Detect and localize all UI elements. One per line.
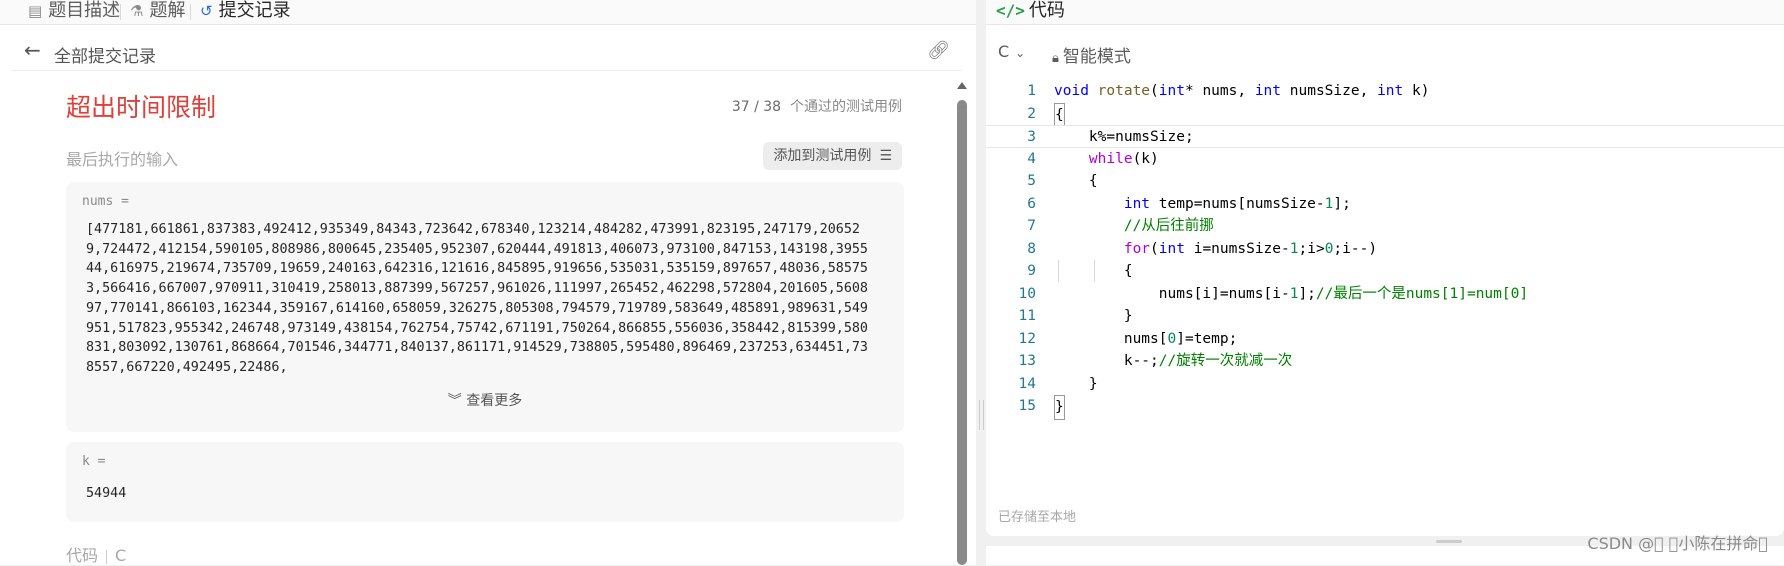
- code-line: 1 void rotate(int* nums, int numsSize, in…: [1027, 83, 1430, 99]
- back-arrow-icon[interactable]: ←: [24, 38, 41, 62]
- resize-grip[interactable]: [1436, 540, 1462, 543]
- code-line: 6 int temp=nums[numsSize-1];: [1027, 195, 1351, 212]
- scroll-up-arrow-icon[interactable]: [957, 82, 967, 89]
- submission-header: ← 全部提交记录 🔗︎: [12, 36, 962, 71]
- k-input-box: k = 54944: [66, 442, 904, 522]
- code-title: </> 代码: [996, 0, 1065, 21]
- code-language-label: 代码 C: [66, 546, 127, 565]
- watermark: CSDN @   小陈在拼命 : [1587, 534, 1768, 553]
- panel-resize-handle[interactable]: [976, 0, 986, 565]
- saved-locally-status: 已存储至本地: [998, 510, 1077, 525]
- code-line: 15}: [986, 395, 1784, 420]
- passed-testcases: 37 / 38 个通过的测试用例: [732, 96, 902, 116]
- code-panel-header: </> 代码: [986, 0, 1784, 25]
- nums-value-clip: [477181,661861,837383,492412,935349,8434…: [66, 182, 904, 382]
- left-panel: ▤ 题目描述 ⚗ 题解 ↺ 提交记录 ← 全部提交记录 🔗︎ 超出时间限制 37 / …: [0, 0, 976, 565]
- smart-mode-toggle[interactable]: 🔒︎ 智能模式: [1052, 42, 1131, 67]
- k-value: 54944: [86, 486, 127, 501]
- tab-submissions[interactable]: ↺ 提交记录: [200, 0, 291, 24]
- code-line: 7 //从后往前挪: [1027, 218, 1214, 234]
- code-line: 4 while(k): [1027, 150, 1159, 167]
- chevron-down-icon: ⌄: [1015, 46, 1026, 60]
- show-more-button[interactable]: ︾ 查看更多: [66, 390, 904, 410]
- lock-icon: 🔒︎: [1052, 51, 1059, 66]
- document-icon: ▤: [28, 2, 43, 20]
- code-line: 9 {: [1027, 263, 1133, 279]
- all-submissions-link[interactable]: 全部提交记录: [54, 42, 156, 67]
- code-panel: </> 代码 C ⌄ 🔒︎ 智能模式 1 void rotate(int* nums, …: [986, 0, 1784, 536]
- scroll-thumb[interactable]: [957, 100, 967, 565]
- language-select[interactable]: C ⌄: [998, 42, 1025, 61]
- link-icon[interactable]: 🔗︎: [927, 40, 950, 61]
- nums-input-box: nums = [477181,661861,837383,492412,9353…: [66, 182, 904, 432]
- code-line: 2{: [986, 102, 1784, 127]
- scrollbar[interactable]: [956, 82, 968, 565]
- code-line: 12 nums[0]=temp;: [1018, 330, 1238, 347]
- code-line: 10 nums[i]=nums[i-1];//最后一个是nums[1]=num[…: [1018, 285, 1529, 302]
- code-line: 14 }: [1018, 375, 1098, 392]
- k-label: k =: [82, 454, 106, 469]
- last-input-label: 最后执行的输入: [66, 150, 179, 169]
- nums-value: [477181,661861,837383,492412,935349,8434…: [86, 222, 868, 375]
- code-icon: </>: [996, 1, 1025, 20]
- tab-solutions[interactable]: ⚗ 题解: [130, 0, 185, 24]
- code-editor[interactable]: 1 void rotate(int* nums, int numsSize, in…: [986, 80, 1784, 420]
- code-line: 11 }: [1018, 308, 1133, 324]
- passed-suffix: 个通过的测试用例: [790, 99, 902, 115]
- submission-detail: 超出时间限制 37 / 38 个通过的测试用例 最后执行的输入 添加到测试用例 ☰…: [12, 72, 952, 565]
- add-to-testcase-button[interactable]: 添加到测试用例 ☰: [763, 142, 902, 170]
- tab-divider: [120, 4, 121, 20]
- flask-icon: ⚗: [130, 2, 144, 20]
- passed-count: 37 / 38: [731, 99, 782, 115]
- add-list-icon: ☰: [879, 148, 892, 164]
- status-label: 超出时间限制: [66, 93, 217, 122]
- tab-divider: [190, 4, 191, 20]
- code-line: 13 k--;//旋转一次就减一次: [1018, 353, 1293, 369]
- code-line: 5 {: [1027, 173, 1098, 189]
- chevron-down-icon: ︾: [447, 393, 462, 409]
- code-line: 8 for(int i=numsSize-1;i>0;i--): [1027, 240, 1378, 257]
- tab-description[interactable]: ▤ 题目描述: [28, 0, 120, 24]
- code-line-current: 3 k%=numsSize;: [986, 125, 1784, 148]
- problem-tabs: ▤ 题目描述 ⚗ 题解 ↺ 提交记录: [0, 0, 976, 25]
- history-icon: ↺: [200, 2, 213, 20]
- editor-toolbar: C ⌄ 🔒︎ 智能模式: [986, 36, 1784, 68]
